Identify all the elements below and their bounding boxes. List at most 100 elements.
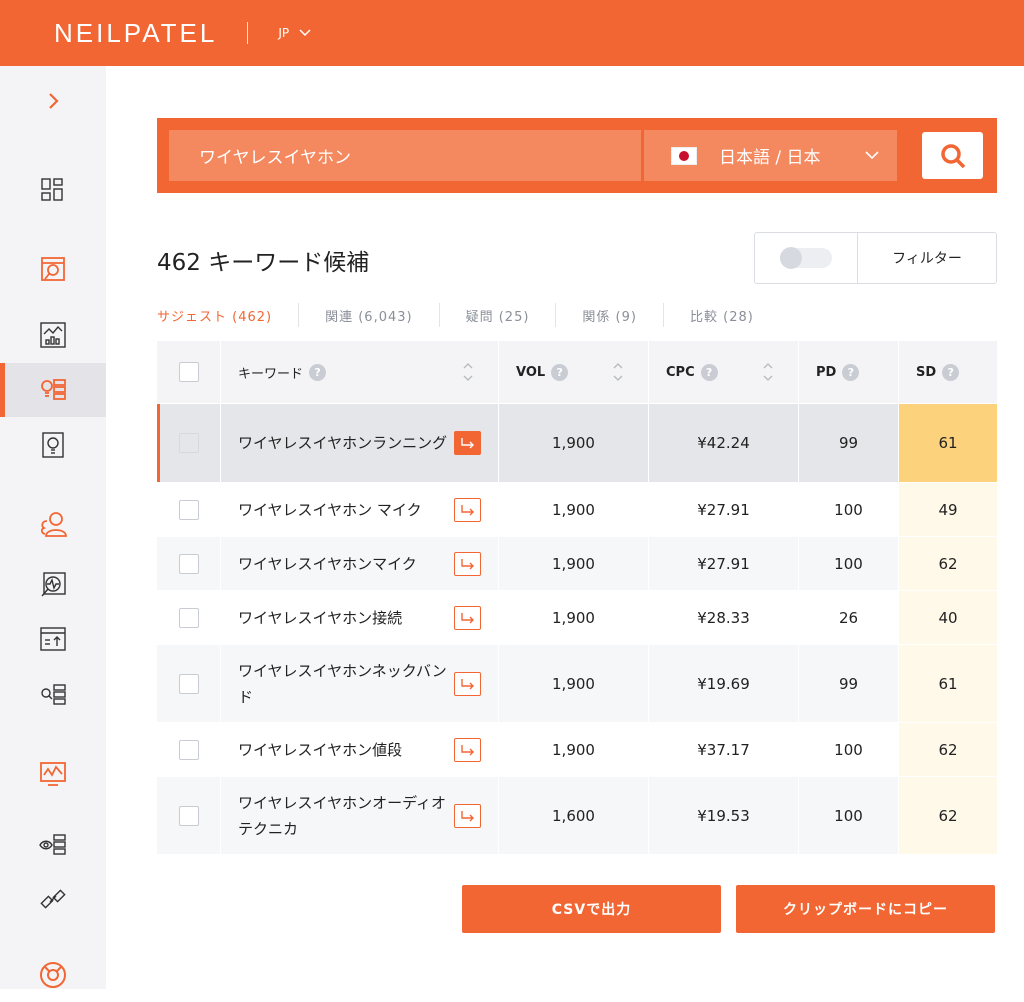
arrow-right-icon [461, 438, 474, 449]
help-icon[interactable]: ? [309, 363, 327, 381]
cpc-cell: ¥19.53 [648, 777, 798, 854]
keyword-cell: ワイヤレスイヤホンオーディオテクニカ [238, 793, 447, 838]
cpc-cell: ¥27.91 [648, 537, 798, 590]
row-checkbox[interactable] [178, 433, 199, 453]
tab-questions[interactable]: 疑問 (25) [466, 306, 530, 325]
language-selector[interactable]: JP [278, 26, 311, 40]
sidebar-item-dashboard[interactable] [0, 163, 106, 217]
sort-icon[interactable] [462, 361, 474, 383]
select-all-checkbox[interactable] [178, 362, 199, 382]
sidebar-item-site-audit[interactable] [0, 242, 106, 296]
tab-prepositions[interactable]: 関係 (9) [582, 306, 637, 325]
sort-icon[interactable] [762, 361, 774, 383]
keyword-cell: ワイヤレスイヤホン接続 [238, 608, 403, 627]
arrow-right-icon [461, 558, 474, 569]
help-icon[interactable]: ? [551, 363, 569, 381]
sd-cell: 49 [898, 483, 997, 536]
pd-cell: 100 [798, 777, 898, 854]
table-header: キーワード ? VOL ? CPC ? PD ? SD ? [157, 341, 997, 404]
users-icon [40, 512, 67, 537]
open-keyword-button[interactable] [454, 551, 481, 576]
chevron-down-icon [299, 29, 311, 37]
search-icon [940, 143, 965, 168]
keyword-cell: ワイヤレスイヤホンランニング [238, 434, 448, 452]
cpc-column-header: CPC [666, 364, 695, 380]
filter-toggle[interactable] [755, 233, 858, 283]
cpc-cell: ¥19.69 [648, 645, 798, 722]
sidebar-item-visibility[interactable] [0, 818, 106, 872]
sidebar-item-traffic-analyzer[interactable] [0, 747, 106, 801]
sidebar-item-keyword-ideas[interactable] [0, 363, 106, 417]
sd-cell: 62 [898, 723, 997, 776]
tab-comparisons[interactable]: 比較 (28) [690, 306, 754, 325]
cpc-cell: ¥27.91 [648, 483, 798, 536]
filter-panel: フィルター [754, 232, 997, 284]
sidebar-item-traffic[interactable] [0, 308, 106, 362]
sidebar-item-keyword-research[interactable] [0, 668, 106, 722]
logo[interactable]: NEILPATEL [54, 18, 217, 49]
export-csv-button[interactable]: CSVで出力 [462, 885, 721, 933]
table-row[interactable]: ワイヤレスイヤホンランニング 1,900 ¥42.24 99 61 [157, 404, 997, 483]
tab-related[interactable]: 関連 (6,043) [325, 306, 413, 325]
sidebar-item-backlinks[interactable] [0, 612, 106, 666]
tab-suggestions[interactable]: サジェスト (462) [157, 306, 272, 325]
vol-cell: 1,900 [498, 404, 648, 482]
pd-cell: 100 [798, 537, 898, 590]
result-tabs: サジェスト (462) 関連 (6,043) 疑問 (25) 関係 (9) 比較… [157, 303, 754, 327]
table-row[interactable]: ワイヤレスイヤホンマイク 1,900 ¥27.91 100 62 [157, 537, 997, 591]
divider [247, 22, 249, 44]
language-label: JP [278, 26, 290, 40]
copy-clipboard-button[interactable]: クリップボードにコピー [736, 885, 995, 933]
table-row[interactable]: ワイヤレスイヤホン接続 1,900 ¥28.33 26 40 [157, 591, 997, 645]
help-icon[interactable]: ? [842, 363, 860, 381]
keyword-cell: ワイヤレスイヤホンマイク [238, 554, 417, 573]
sd-column-header: SD [916, 364, 937, 380]
dashboard-icon [41, 178, 63, 201]
divider [438, 303, 440, 327]
row-checkbox[interactable] [178, 739, 199, 760]
divider [298, 303, 300, 327]
sort-icon[interactable] [612, 361, 624, 383]
table-row[interactable]: ワイヤレスイヤホンオーディオテクニカ 1,600 ¥19.53 100 62 [157, 777, 997, 855]
sidebar-expand-button[interactable] [0, 74, 106, 128]
keyword-search-input[interactable] [169, 130, 641, 181]
help-icon[interactable]: ? [700, 363, 718, 381]
row-checkbox[interactable] [178, 805, 199, 826]
sd-cell: 61 [898, 404, 997, 482]
row-checkbox[interactable] [178, 673, 199, 694]
row-checkbox[interactable] [178, 607, 199, 628]
language-dropdown[interactable]: 日本語 / 日本 [644, 130, 897, 181]
monitor-chart-icon [40, 762, 66, 786]
sidebar-item-links[interactable] [0, 872, 106, 926]
table-row[interactable]: ワイヤレスイヤホン値段 1,900 ¥37.17 100 62 [157, 723, 997, 777]
keyword-cell: ワイヤレスイヤホン マイク [238, 500, 422, 519]
table-row[interactable]: ワイヤレスイヤホンネックバンド 1,900 ¥19.69 99 61 [157, 645, 997, 723]
lifebuoy-icon [40, 962, 66, 988]
pd-column-header: PD [816, 364, 837, 380]
open-keyword-button[interactable] [454, 497, 481, 522]
sidebar-item-rank-tracking[interactable] [0, 558, 106, 612]
table-row[interactable]: ワイヤレスイヤホン マイク 1,900 ¥27.91 100 49 [157, 483, 997, 537]
sidebar-item-content-ideas[interactable] [0, 418, 106, 472]
sidebar-item-help[interactable] [0, 948, 106, 1002]
vol-cell: 1,900 [498, 591, 648, 644]
row-checkbox[interactable] [178, 553, 199, 574]
arrow-right-icon [461, 504, 474, 515]
row-checkbox[interactable] [178, 499, 199, 520]
pd-cell: 100 [798, 483, 898, 536]
vol-cell: 1,600 [498, 777, 648, 854]
chevron-down-icon [865, 151, 879, 160]
open-keyword-button[interactable] [454, 737, 481, 762]
results-title: 462 キーワード候補 [157, 250, 370, 276]
open-keyword-button[interactable] [454, 605, 481, 630]
sidebar [0, 66, 106, 989]
open-keyword-button[interactable] [454, 671, 481, 696]
filter-button[interactable]: フィルター [858, 233, 996, 283]
magnifier-pulse-icon [41, 572, 66, 597]
sidebar-item-user-profile[interactable] [0, 497, 106, 551]
search-button[interactable] [922, 132, 983, 179]
vol-cell: 1,900 [498, 483, 648, 536]
open-keyword-button[interactable] [454, 431, 481, 455]
help-icon[interactable]: ? [942, 363, 960, 381]
open-keyword-button[interactable] [454, 803, 481, 828]
